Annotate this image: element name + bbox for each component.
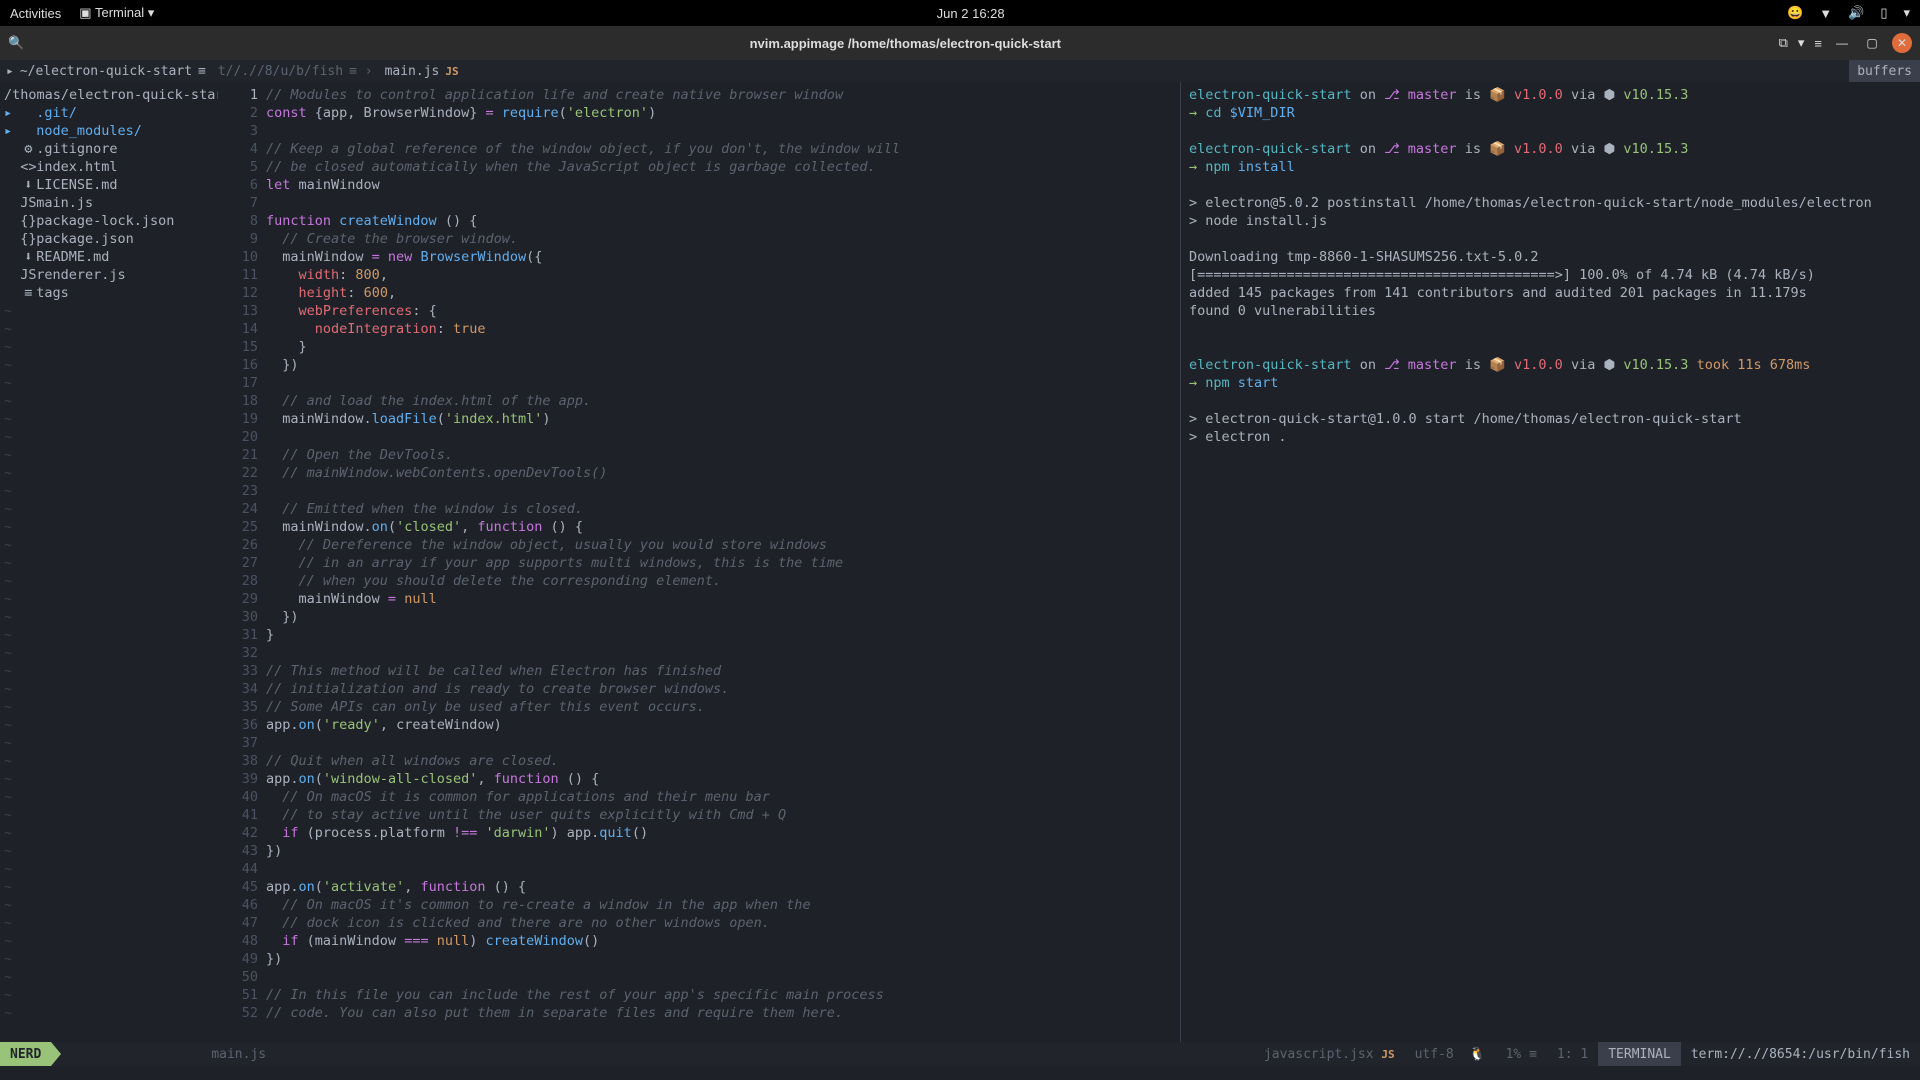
status-position: 1: 1 <box>1547 1042 1598 1066</box>
hamburger-icon[interactable]: ≡ <box>1814 36 1822 51</box>
tree-item[interactable]: <>index.html <box>0 158 218 176</box>
breadcrumb-3[interactable]: main.js JS <box>379 64 465 79</box>
maximize-button[interactable]: ▢ <box>1862 33 1882 53</box>
breadcrumb-1[interactable]: ▸ ~/electron-quick-start ≡ <box>0 64 212 79</box>
tree-item[interactable]: ≡tags <box>0 284 218 302</box>
terminal-pane[interactable]: electron-quick-start on ⎇ master is 📦 v1… <box>1180 82 1920 1042</box>
tree-item[interactable]: ⬇LICENSE.md <box>0 176 218 194</box>
tree-item[interactable]: JSrenderer.js <box>0 266 218 284</box>
system-menu-icon[interactable]: ▾ <box>1903 5 1910 21</box>
tabline: ▸ ~/electron-quick-start ≡ t//.//8/u/b/f… <box>0 60 1920 82</box>
editor-body: /thomas/electron-quick-start/ ▸ .git/▸ n… <box>0 82 1920 1042</box>
battery-icon[interactable]: ▯ <box>1880 5 1887 21</box>
wifi-icon[interactable]: ▼ <box>1819 6 1832 21</box>
dropdown-icon[interactable]: ▾ <box>1798 35 1805 51</box>
command-line[interactable] <box>0 1066 1920 1080</box>
emoji-icon: 😀 <box>1787 5 1803 21</box>
status-file: main.js <box>201 1042 276 1066</box>
file-tree[interactable]: /thomas/electron-quick-start/ ▸ .git/▸ n… <box>0 82 218 1042</box>
app-menu[interactable]: ▣ Terminal ▾ <box>79 5 154 21</box>
code-content[interactable]: // Modules to control application life a… <box>266 82 1180 1042</box>
tree-item[interactable]: ▸ .git/ <box>0 104 218 122</box>
status-terminal-label: TERMINAL <box>1598 1042 1681 1066</box>
buffers-label[interactable]: buffers <box>1849 60 1920 82</box>
tree-item[interactable]: {}package.json <box>0 230 218 248</box>
status-encoding: utf-8 🐧 <box>1405 1042 1496 1066</box>
line-gutter: 1234567891011121314151617181920212223242… <box>218 82 266 1042</box>
search-icon[interactable]: 🔍 <box>8 35 32 51</box>
new-tab-icon[interactable]: ⧉ <box>1779 35 1788 51</box>
status-filetype: javascript.jsx JS <box>1254 1042 1405 1066</box>
window-title-bar: 🔍 nvim.appimage /home/thomas/electron-qu… <box>0 26 1920 60</box>
tree-item[interactable]: ⬇README.md <box>0 248 218 266</box>
tree-item[interactable]: {}package-lock.json <box>0 212 218 230</box>
status-percent: 1% ≡ <box>1496 1042 1547 1066</box>
statusline: NERD main.js javascript.jsx JS utf-8 🐧 1… <box>0 1042 1920 1066</box>
close-button[interactable]: ✕ <box>1892 33 1912 53</box>
breadcrumb-2[interactable]: t//.//8/u/b/fish ≡ › <box>212 64 379 79</box>
status-terminal-path: term://.//8654:/usr/bin/fish <box>1681 1042 1920 1066</box>
tree-item[interactable]: ⚙.gitignore <box>0 140 218 158</box>
tree-root[interactable]: /thomas/electron-quick-start/ <box>0 86 218 104</box>
tree-item[interactable]: ▸ node_modules/ <box>0 122 218 140</box>
mode-indicator: NERD <box>0 1042 51 1066</box>
tree-item[interactable]: JSmain.js <box>0 194 218 212</box>
code-pane[interactable]: 1234567891011121314151617181920212223242… <box>218 82 1180 1042</box>
minimize-button[interactable]: — <box>1832 33 1852 53</box>
activities-button[interactable]: Activities <box>10 6 61 21</box>
window-title: nvim.appimage /home/thomas/electron-quic… <box>32 36 1779 51</box>
volume-icon[interactable]: 🔊 <box>1848 5 1864 21</box>
folder-icon: ▸ <box>6 64 14 79</box>
gnome-top-bar: Activities ▣ Terminal ▾ Jun 2 16:28 😀 ▼ … <box>0 0 1920 26</box>
clock[interactable]: Jun 2 16:28 <box>154 6 1787 21</box>
